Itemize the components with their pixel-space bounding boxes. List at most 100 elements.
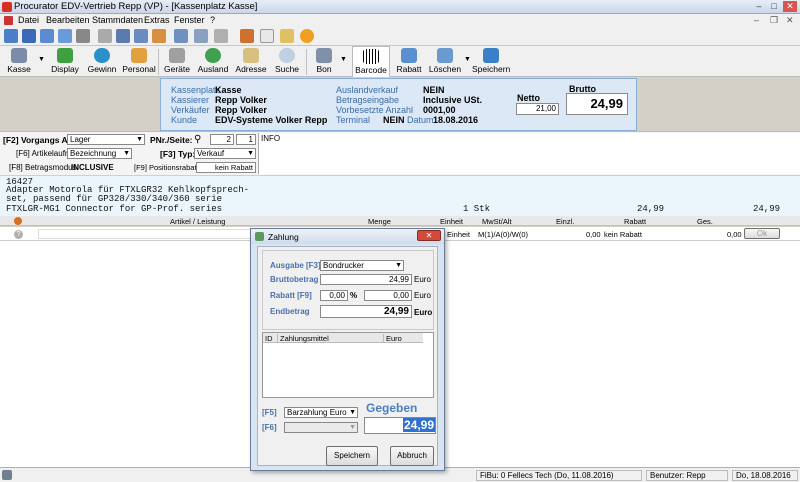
ok-button[interactable]: Ok (744, 228, 780, 239)
kasse-label: Kasse (7, 64, 31, 74)
speichern-button[interactable]: Speichern (472, 46, 510, 77)
calc-icon[interactable] (98, 29, 112, 43)
zahlung-dialog: Zahlung ✕ Ausgabe [F3] Bondrucker ▼ Brutt… (250, 228, 445, 471)
rabatt-value-field[interactable]: 0,00 (364, 290, 412, 301)
doc-icon[interactable] (58, 29, 72, 43)
rabatt-button[interactable]: Rabatt (394, 46, 424, 77)
ausgabe-select[interactable]: Bondrucker ▼ (320, 260, 404, 271)
betragseingabe-label: Betragseingabe (336, 95, 400, 105)
save-icon[interactable] (40, 29, 54, 43)
personal-button[interactable]: Personal (122, 46, 156, 77)
loeschen-button[interactable]: Löschen (428, 46, 462, 77)
close-icon[interactable]: ✕ (783, 1, 797, 12)
speichern-dialog-button[interactable]: Speichern (326, 446, 378, 466)
dialog-close-icon[interactable]: ✕ (417, 230, 441, 241)
suche-button[interactable]: Suche (272, 46, 302, 77)
mdi-close-icon[interactable]: ✕ (786, 15, 794, 26)
loeschen-dropdown-icon[interactable]: ▼ (464, 56, 471, 63)
menu-help[interactable]: ? (210, 15, 215, 25)
edit-icon[interactable] (260, 29, 274, 43)
gegeben-label: Gegeben (366, 401, 418, 415)
address-book-icon (243, 48, 259, 63)
zahlungsart-value: Barzahlung Euro (287, 408, 347, 417)
endbetrag-field: 24,99 (320, 305, 412, 318)
menu-bar: Datei Bearbeiten Stammdaten Extras Fenst… (0, 14, 800, 27)
verkaeufer-value: Repp Volker (215, 105, 267, 115)
payment-list-header: ID Zahlungsmittel Euro (263, 333, 423, 343)
col-euro: Euro (383, 334, 402, 343)
vorgangsart-label: [F2] Vorgangs Art: (3, 135, 77, 145)
chart-icon[interactable] (240, 29, 254, 43)
menu-bearbeiten[interactable]: Bearbeiten (46, 15, 90, 25)
new-icon[interactable] (4, 29, 18, 43)
datum-value: 18.08.2016 (433, 115, 479, 125)
kasse-dropdown-icon[interactable]: ▼ (38, 56, 45, 63)
mdi-restore-icon[interactable]: ❐ (770, 15, 778, 26)
euro-label: Euro (414, 308, 433, 317)
maximize-icon[interactable]: □ (767, 1, 781, 12)
typ-select[interactable]: Verkauf ▼ (194, 148, 256, 159)
grid-header: Artikel / Leistung Menge Einheit MwSt/Al… (0, 216, 800, 226)
pie-icon (94, 48, 110, 63)
floppy-icon (483, 48, 499, 63)
chevron-down-icon: ▼ (349, 409, 356, 416)
geraete-button[interactable]: Geräte (162, 46, 192, 77)
adresse-button[interactable]: Adresse (234, 46, 268, 77)
info-icon[interactable] (300, 29, 314, 43)
quick-toolbar (0, 27, 800, 46)
gegeben-field[interactable]: 24,99 (364, 417, 436, 434)
f5-label: [F5] (262, 408, 277, 417)
window-title: Procurator EDV-Vertrieb Repp (VP) - [Kas… (14, 1, 258, 12)
display-label: Display (51, 64, 79, 74)
payment-list[interactable]: ID Zahlungsmittel Euro (262, 332, 434, 398)
list-icon[interactable] (194, 29, 208, 43)
receipt-line: set, passend für GP328/330/340/360 serie (6, 194, 223, 204)
mdi-icon (4, 16, 13, 25)
barcode-button[interactable]: Barcode (352, 46, 390, 77)
table-icon[interactable] (134, 29, 148, 43)
kasse-button[interactable]: Kasse (4, 46, 34, 77)
open-icon[interactable] (22, 29, 36, 43)
col-menge: Menge (368, 217, 391, 226)
rabatt-percent-field[interactable]: 0,00 (320, 290, 348, 301)
menu-fenster[interactable]: Fenster (174, 15, 205, 25)
pnr-field[interactable]: 2 (210, 134, 234, 145)
abbruch-button[interactable]: Abbruch (390, 446, 434, 466)
tools-icon[interactable] (214, 29, 228, 43)
binoculars-icon[interactable]: ⚲ (194, 134, 201, 145)
zahlungsart-select[interactable]: Barzahlung Euro ▼ (284, 407, 358, 418)
info-memo[interactable]: INFO (258, 133, 800, 174)
chevron-down-icon: ▼ (136, 136, 143, 143)
help-icon[interactable]: ? (14, 230, 23, 239)
suche-label: Suche (274, 64, 300, 74)
auslandverkauf-label: Auslandverkauf (336, 85, 399, 95)
bon-button[interactable]: Bon (312, 46, 336, 77)
gewinn-button[interactable]: Gewinn (86, 46, 118, 77)
ausgabe-value: Bondrucker (323, 261, 364, 270)
col-zahlungsmittel: Zahlungsmittel (277, 334, 329, 343)
receipt-total: 24,99 (753, 204, 781, 214)
positionsrabatt-field[interactable]: kein Rabatt (196, 162, 256, 173)
folder-icon[interactable] (280, 29, 294, 43)
barcode-label: Barcode (355, 65, 387, 75)
print-icon[interactable] (76, 29, 90, 43)
menu-stammdaten[interactable]: Stammdaten (92, 15, 143, 25)
person-icon (131, 48, 147, 63)
minimize-icon[interactable]: – (752, 1, 766, 12)
chevron-down-icon: ▼ (395, 262, 402, 269)
box-icon[interactable] (152, 29, 166, 43)
artikelaufruf-select[interactable]: Bezeichnung ▼ (67, 148, 132, 159)
vorgangsart-select[interactable]: Lager ▼ (67, 134, 145, 145)
ausland-button[interactable]: Ausland (196, 46, 230, 77)
zahlungsart2-select[interactable]: ▼ (284, 422, 358, 433)
bon-dropdown-icon[interactable]: ▼ (340, 56, 347, 63)
users-icon[interactable] (174, 29, 188, 43)
mdi-minimize-icon[interactable]: – (754, 15, 759, 25)
menu-datei[interactable]: Datei (18, 15, 39, 25)
menu-extras[interactable]: Extras (144, 15, 170, 25)
display-button[interactable]: Display (50, 46, 80, 77)
search-icon (279, 48, 295, 63)
grid-icon[interactable] (116, 29, 130, 43)
seite-field[interactable]: 1 (236, 134, 256, 145)
form-area: [F2] Vorgangs Art: Lager ▼ PNr./Seite: ⚲ … (0, 131, 800, 175)
